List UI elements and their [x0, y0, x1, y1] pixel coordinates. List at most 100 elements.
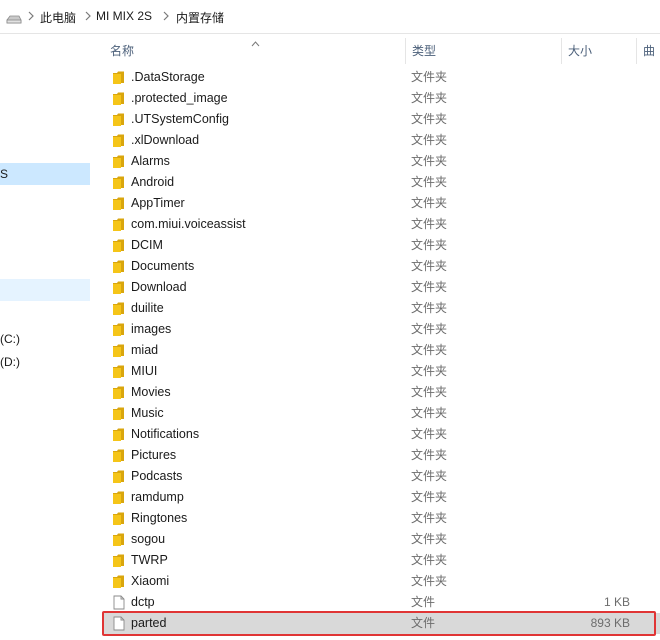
file-name: Music	[131, 406, 164, 420]
file-name: Documents	[131, 259, 195, 273]
breadcrumb-internal-storage[interactable]: 内置存储	[176, 9, 224, 26]
column-header-name[interactable]: 名称	[104, 38, 405, 64]
folder-icon	[112, 385, 126, 400]
breadcrumb-this-pc[interactable]: 此电脑	[40, 9, 76, 26]
column-header-type[interactable]: 类型	[406, 38, 561, 64]
file-name: images	[131, 322, 172, 336]
folder-icon	[112, 133, 126, 148]
navigation-pane: S (C:) (D:)	[0, 34, 90, 640]
folder-icon	[112, 469, 126, 484]
file-type: 文件夹	[411, 301, 448, 315]
file-name: AppTimer	[131, 196, 185, 210]
breadcrumb-device[interactable]: MI MIX 2S	[96, 9, 152, 23]
column-headers: 名称 类型 大小 曲目	[104, 38, 660, 64]
file-type: 文件夹	[411, 70, 448, 84]
folder-row[interactable]: Xiaomi 文件夹	[104, 571, 660, 592]
folder-row[interactable]: Documents 文件夹	[104, 256, 660, 277]
file-type: 文件夹	[411, 238, 448, 252]
chevron-right-icon	[162, 10, 170, 22]
chevron-right-icon	[27, 10, 35, 22]
folder-icon	[112, 406, 126, 421]
nav-item-label: (D:)	[0, 355, 20, 369]
file-type: 文件夹	[411, 280, 448, 294]
file-name: miad	[131, 343, 159, 357]
file-name: DCIM	[131, 238, 163, 252]
folder-row[interactable]: Movies 文件夹	[104, 382, 660, 403]
folder-row[interactable]: images 文件夹	[104, 319, 660, 340]
file-name: parted	[131, 616, 167, 630]
folder-icon	[112, 532, 126, 547]
folder-row[interactable]: MIUI 文件夹	[104, 361, 660, 382]
file-name: .DataStorage	[131, 70, 205, 84]
folder-row[interactable]: TWRP 文件夹	[104, 550, 660, 571]
folder-row[interactable]: Music 文件夹	[104, 403, 660, 424]
file-size: 1 KB	[603, 595, 630, 609]
folder-row[interactable]: com.miui.voiceassist 文件夹	[104, 214, 660, 235]
address-bar[interactable]: 此电脑 MI MIX 2S 内置存储	[0, 0, 660, 34]
file-type: 文件夹	[411, 532, 448, 546]
folder-row[interactable]: ramdump 文件夹	[104, 487, 660, 508]
file-name: com.miui.voiceassist	[131, 217, 246, 231]
folder-icon	[112, 364, 126, 379]
file-row[interactable]: parted 文件 893 KB	[104, 613, 660, 634]
file-name: Android	[131, 175, 175, 189]
nav-item-drive-c[interactable]: (C:)	[0, 328, 90, 350]
folder-icon	[112, 427, 126, 442]
folder-icon	[112, 259, 126, 274]
file-name: ramdump	[131, 490, 184, 504]
folder-icon	[112, 91, 126, 106]
folder-icon	[112, 511, 126, 526]
file-type: 文件夹	[411, 112, 448, 126]
folder-row[interactable]: sogou 文件夹	[104, 529, 660, 550]
file-type: 文件夹	[411, 343, 448, 357]
folder-row[interactable]: Alarms 文件夹	[104, 151, 660, 172]
folder-row[interactable]: .DataStorage 文件夹	[104, 67, 660, 88]
file-name: sogou	[131, 532, 166, 546]
file-row[interactable]: dctp 文件 1 KB	[104, 592, 660, 613]
nav-item-hover[interactable]	[0, 279, 90, 301]
folder-row[interactable]: duilite 文件夹	[104, 298, 660, 319]
folder-row[interactable]: Pictures 文件夹	[104, 445, 660, 466]
file-type: 文件夹	[411, 574, 448, 588]
column-header-size[interactable]: 大小	[562, 38, 636, 64]
folder-row[interactable]: Download 文件夹	[104, 277, 660, 298]
nav-item-drive-d[interactable]: (D:)	[0, 351, 90, 373]
file-name: .UTSystemConfig	[131, 112, 229, 126]
file-icon	[112, 595, 126, 610]
file-type: 文件夹	[411, 133, 448, 147]
nav-item-device[interactable]: S	[0, 163, 90, 185]
file-name: Ringtones	[131, 511, 188, 525]
folder-icon	[112, 322, 126, 337]
file-name: Alarms	[131, 154, 170, 168]
folder-row[interactable]: .UTSystemConfig 文件夹	[104, 109, 660, 130]
folder-icon	[112, 175, 126, 190]
folder-row[interactable]: Ringtones 文件夹	[104, 508, 660, 529]
file-name: Movies	[131, 385, 171, 399]
file-name: Notifications	[131, 427, 200, 441]
folder-row[interactable]: miad 文件夹	[104, 340, 660, 361]
folder-icon	[112, 154, 126, 169]
folder-row[interactable]: .protected_image 文件夹	[104, 88, 660, 109]
file-type: 文件夹	[411, 196, 448, 210]
folder-icon	[112, 574, 126, 589]
file-type: 文件夹	[411, 385, 448, 399]
folder-row[interactable]: Notifications 文件夹	[104, 424, 660, 445]
file-name: Pictures	[131, 448, 177, 462]
folder-row[interactable]: Podcasts 文件夹	[104, 466, 660, 487]
file-type: 文件夹	[411, 259, 448, 273]
file-name: duilite	[131, 301, 164, 315]
folder-icon	[112, 343, 126, 358]
column-header-extra[interactable]: 曲目	[637, 38, 660, 64]
folder-row[interactable]: DCIM 文件夹	[104, 235, 660, 256]
folder-row[interactable]: Android 文件夹	[104, 172, 660, 193]
file-type: 文件夹	[411, 427, 448, 441]
nav-item-label: (C:)	[0, 332, 20, 346]
file-type: 文件夹	[411, 490, 448, 504]
file-type: 文件夹	[411, 469, 448, 483]
folder-row[interactable]: AppTimer 文件夹	[104, 193, 660, 214]
folder-row[interactable]: .xlDownload 文件夹	[104, 130, 660, 151]
chevron-right-icon	[84, 10, 92, 22]
folder-icon	[112, 280, 126, 295]
phone-drive-icon	[6, 14, 22, 28]
folder-icon	[112, 196, 126, 211]
